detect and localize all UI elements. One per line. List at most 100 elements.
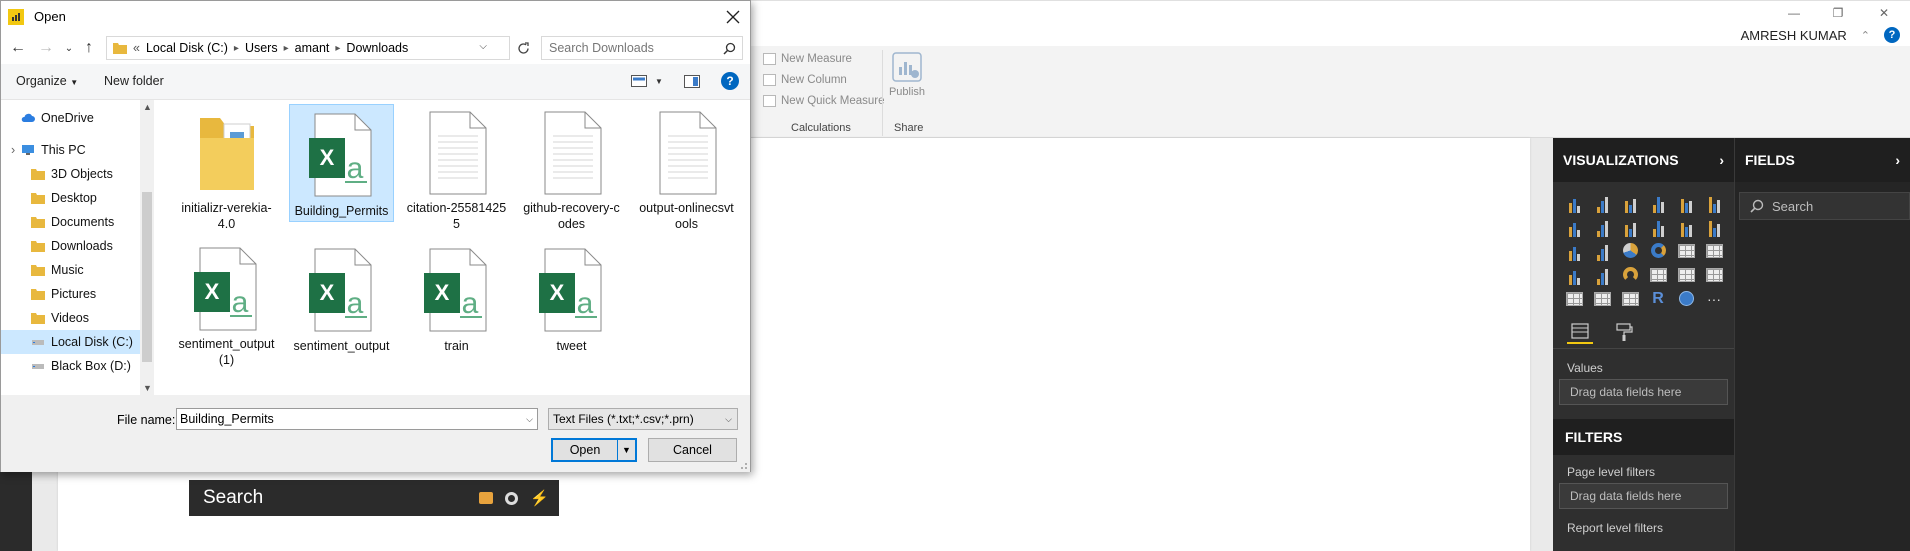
chevron-right-icon[interactable]: › (1719, 152, 1724, 168)
address-bar[interactable]: « Local Disk (C:) ▸ Users ▸ amant ▸ Down… (106, 36, 510, 60)
file-type-select[interactable]: Text Files (*.txt;*.csv;*.prn) ⌵ (548, 408, 738, 430)
new-quick-measure-button[interactable]: New Quick Measure (763, 95, 885, 107)
stacked-area-chart-icon[interactable] (1619, 216, 1641, 237)
minimize-icon[interactable]: — (1782, 4, 1806, 22)
values-dropzone[interactable]: Drag data fields here (1559, 379, 1728, 405)
filled-map-icon[interactable] (1563, 264, 1585, 285)
refresh-icon[interactable] (513, 36, 533, 60)
more-visuals-icon[interactable]: ··· (1703, 288, 1725, 309)
file-item[interactable]: github-recovery-codes (519, 104, 624, 232)
lightning-icon[interactable]: ⚡ (530, 489, 549, 507)
file-item[interactable]: output-onlinecsvtools (634, 104, 739, 232)
briefcase-icon[interactable] (479, 492, 494, 504)
kpi-icon[interactable] (1703, 264, 1725, 285)
scrollbar-thumb[interactable] (142, 192, 152, 362)
file-name-input[interactable]: Building_Permits ⌵ (176, 408, 538, 430)
visualizations-header[interactable]: VISUALIZATIONS › (1553, 138, 1734, 182)
fields-chevron-right-icon[interactable]: › (1895, 152, 1900, 168)
nav-item-this-pc[interactable]: › This PC (11, 138, 86, 162)
change-view-button[interactable]: ▼ (631, 75, 663, 87)
breadcrumb-separator-icon[interactable]: ▸ (234, 43, 239, 54)
breadcrumb-downloads[interactable]: Downloads (346, 41, 408, 55)
chevron-up-icon[interactable]: ⌃ (1861, 29, 1870, 42)
breadcrumb-separator-icon[interactable]: ▸ (284, 43, 289, 54)
scatter-chart-icon[interactable] (1591, 240, 1613, 261)
funnel-icon[interactable] (1591, 264, 1613, 285)
breadcrumb-overflow[interactable]: « (133, 41, 140, 55)
search-icon[interactable] (723, 42, 736, 55)
organize-button[interactable]: Organize ▼ (16, 74, 78, 88)
matrix-icon[interactable] (1619, 288, 1641, 309)
settings-circle-icon[interactable] (505, 491, 519, 505)
address-dropdown-icon[interactable]: ⌵ (479, 41, 487, 52)
fields-search-input[interactable]: Search (1739, 192, 1910, 220)
breadcrumb-separator-icon[interactable]: ▸ (335, 43, 340, 54)
taskbar-search-box[interactable]: Search ⚡ (189, 480, 559, 516)
publish-button[interactable]: Publish (889, 52, 925, 112)
file-item[interactable]: initializr-verekia-4.0 (174, 104, 279, 232)
treemap-icon[interactable] (1675, 240, 1697, 261)
breadcrumb-users[interactable]: Users (245, 41, 278, 55)
new-column-button[interactable]: New Column (763, 74, 847, 86)
view-dropdown-icon[interactable]: ▼ (655, 77, 663, 86)
file-item[interactable]: Xa tweet (519, 240, 624, 368)
recent-locations-chevron-icon[interactable]: ⌄ (60, 34, 78, 62)
100-percent-column-chart-icon[interactable] (1703, 192, 1725, 213)
new-measure-button[interactable]: New Measure (763, 53, 852, 65)
expand-chevron-icon[interactable]: › (11, 143, 15, 157)
card-icon[interactable] (1647, 264, 1669, 285)
restore-icon[interactable]: ❐ (1826, 4, 1850, 22)
nav-item-music[interactable]: Music (31, 258, 84, 282)
nav-item-black-box-d[interactable]: Black Box (D:) (31, 354, 131, 378)
close-icon[interactable] (722, 6, 744, 28)
file-item[interactable]: Xa Building_Permits (289, 104, 394, 222)
open-button[interactable]: Open ▼ (551, 438, 637, 462)
nav-item-onedrive[interactable]: OneDrive (21, 106, 94, 130)
format-paint-roller-icon[interactable] (1611, 320, 1637, 344)
nav-item-videos[interactable]: Videos (31, 306, 89, 330)
ribbon-chart-icon[interactable] (1703, 216, 1725, 237)
cancel-button[interactable]: Cancel (648, 438, 737, 462)
clustered-bar-chart-icon[interactable] (1619, 192, 1641, 213)
nav-item-pictures[interactable]: Pictures (31, 282, 96, 306)
nav-item-desktop[interactable]: Desktop (31, 186, 97, 210)
nav-item-documents[interactable]: Documents (31, 210, 114, 234)
stacked-column-chart-icon[interactable] (1591, 192, 1613, 213)
file-item[interactable]: citation-255814255 (404, 104, 509, 232)
r-visual-icon[interactable]: R (1647, 288, 1669, 309)
search-downloads-input[interactable]: Search Downloads (541, 36, 743, 60)
gauge-icon[interactable] (1619, 264, 1641, 285)
scroll-up-icon[interactable]: ▲ (143, 102, 152, 112)
scroll-down-icon[interactable]: ▼ (143, 383, 152, 393)
file-name-dropdown-icon[interactable]: ⌵ (526, 414, 533, 425)
open-dropdown-icon[interactable]: ▼ (617, 440, 635, 460)
user-name[interactable]: AMRESH KUMAR (1741, 28, 1847, 43)
nav-item-3d-objects[interactable]: 3D Objects (31, 162, 113, 186)
clustered-column-chart-icon[interactable] (1647, 192, 1669, 213)
100-percent-bar-chart-icon[interactable] (1675, 192, 1697, 213)
line-column-chart-icon[interactable] (1647, 216, 1669, 237)
line-chart-icon[interactable] (1563, 216, 1585, 237)
dialog-titlebar[interactable]: Open (1, 1, 750, 32)
back-arrow-icon[interactable]: ← (4, 34, 32, 62)
stacked-bar-chart-icon[interactable] (1563, 192, 1585, 213)
fields-tab-icon[interactable] (1567, 320, 1593, 344)
nav-item-local-disk-c[interactable]: Local Disk (C:) (1, 330, 140, 354)
table-icon[interactable] (1591, 288, 1613, 309)
new-folder-button[interactable]: New folder (104, 74, 164, 88)
page-filters-dropzone[interactable]: Drag data fields here (1559, 483, 1728, 509)
breadcrumb-amant[interactable]: amant (295, 41, 330, 55)
navigation-scrollbar[interactable]: ▲ ▼ (140, 100, 154, 395)
area-chart-icon[interactable] (1591, 216, 1613, 237)
app-close-icon[interactable]: ✕ (1872, 4, 1896, 22)
breadcrumb-local-disk[interactable]: Local Disk (C:) (146, 41, 228, 55)
slicer-icon[interactable] (1563, 288, 1585, 309)
help-icon[interactable]: ? (1884, 27, 1900, 43)
up-arrow-icon[interactable]: ↑ (78, 34, 100, 62)
fields-header[interactable]: FIELDS › (1735, 138, 1910, 182)
forward-arrow-icon[interactable]: → (32, 34, 60, 62)
file-item[interactable]: Xa sentiment_output (1) (174, 240, 279, 368)
nav-item-downloads[interactable]: Downloads (31, 234, 113, 258)
waterfall-chart-icon[interactable] (1563, 240, 1585, 261)
map-icon[interactable] (1703, 240, 1725, 261)
